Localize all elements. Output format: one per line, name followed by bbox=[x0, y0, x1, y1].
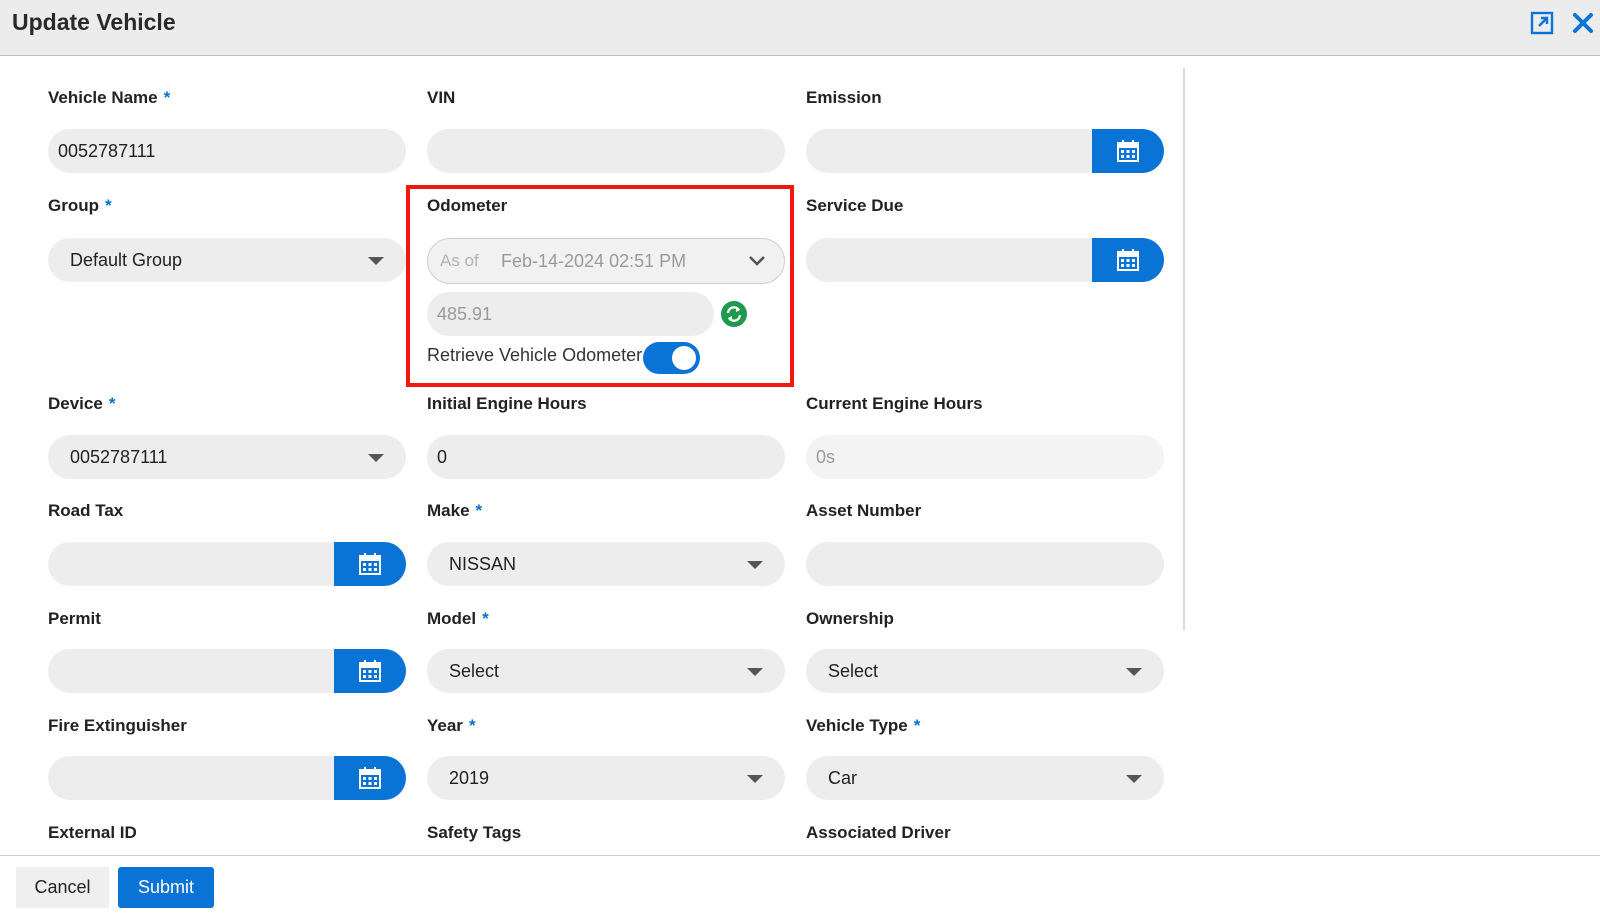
submit-button[interactable]: Submit bbox=[118, 867, 214, 908]
permit-date-input[interactable] bbox=[48, 649, 406, 693]
road-tax-label: Road Tax bbox=[48, 501, 124, 520]
calendar-icon bbox=[359, 660, 381, 682]
emission-date-input[interactable] bbox=[806, 129, 1164, 173]
odometer-label: Odometer bbox=[427, 196, 508, 215]
odometer-as-of-prefix: As of bbox=[440, 251, 479, 270]
group-label: Group * bbox=[48, 196, 112, 215]
initial-engine-hours-label: Initial Engine Hours bbox=[427, 394, 587, 413]
dialog-footer: Cancel Submit bbox=[0, 855, 1600, 916]
external-id-label: External ID bbox=[48, 823, 137, 842]
caret-down-icon bbox=[1126, 775, 1142, 783]
panel-divider bbox=[1183, 68, 1185, 630]
calendar-icon bbox=[1117, 140, 1139, 162]
caret-down-icon bbox=[747, 775, 763, 783]
chevron-down-icon bbox=[749, 256, 765, 266]
group-value: Default Group bbox=[70, 250, 183, 270]
associated-driver-label: Associated Driver bbox=[806, 823, 951, 842]
initial-engine-hours-input[interactable]: 0 bbox=[427, 435, 785, 479]
model-label: Model * bbox=[427, 609, 489, 628]
current-engine-hours-input: 0s bbox=[806, 435, 1164, 479]
retrieve-odometer-toggle[interactable] bbox=[643, 342, 700, 374]
fire-extinguisher-calendar-button[interactable] bbox=[334, 756, 406, 800]
calendar-icon bbox=[1117, 249, 1139, 271]
make-select[interactable]: NISSAN bbox=[427, 542, 785, 586]
expand-icon[interactable] bbox=[1530, 11, 1554, 35]
make-label: Make * bbox=[427, 501, 483, 520]
service-due-label: Service Due bbox=[806, 196, 904, 215]
caret-down-icon bbox=[747, 668, 763, 676]
model-select[interactable]: Select bbox=[427, 649, 785, 693]
cancel-button[interactable]: Cancel bbox=[16, 867, 109, 908]
vin-input[interactable] bbox=[427, 129, 785, 173]
group-select[interactable]: Default Group bbox=[48, 238, 406, 282]
asset-number-input[interactable] bbox=[806, 542, 1164, 586]
dialog-title: Update Vehicle bbox=[12, 9, 176, 35]
vehicle-type-select[interactable]: Car bbox=[806, 756, 1164, 800]
year-value: 2019 bbox=[449, 768, 490, 788]
current-engine-hours-label: Current Engine Hours bbox=[806, 394, 983, 413]
vehicle-name-label: Vehicle Name * bbox=[48, 88, 171, 107]
permit-label: Permit bbox=[48, 609, 101, 628]
toggle-knob bbox=[672, 346, 696, 370]
road-tax-date-input[interactable] bbox=[48, 542, 406, 586]
fire-extinguisher-label: Fire Extinguisher bbox=[48, 716, 187, 735]
service-due-date-input[interactable] bbox=[806, 238, 1164, 282]
vehicle-type-label: Vehicle Type * bbox=[806, 716, 921, 735]
model-value: Select bbox=[449, 661, 500, 681]
calendar-icon bbox=[359, 553, 381, 575]
caret-down-icon bbox=[747, 561, 763, 569]
permit-calendar-button[interactable] bbox=[334, 649, 406, 693]
fire-extinguisher-date-input[interactable] bbox=[48, 756, 406, 800]
refresh-icon[interactable] bbox=[720, 300, 748, 328]
odometer-date-select[interactable]: As of Feb-14-2024 02:51 PM bbox=[427, 238, 785, 284]
device-value: 0052787111 bbox=[70, 447, 168, 467]
ownership-value: Select bbox=[828, 661, 879, 681]
year-label: Year * bbox=[427, 716, 476, 735]
close-icon[interactable] bbox=[1572, 12, 1594, 34]
make-value: NISSAN bbox=[449, 554, 517, 574]
safety-tags-label: Safety Tags bbox=[427, 823, 522, 842]
odometer-reading-input[interactable]: 485.91 bbox=[427, 292, 714, 336]
caret-down-icon bbox=[368, 454, 384, 462]
retrieve-odometer-label: Retrieve Vehicle Odometer bbox=[427, 345, 643, 365]
vehicle-type-value: Car bbox=[828, 768, 858, 788]
caret-down-icon bbox=[1126, 668, 1142, 676]
vehicle-name-input[interactable]: 0052787111 bbox=[48, 129, 406, 173]
ownership-select[interactable]: Select bbox=[806, 649, 1164, 693]
device-select[interactable]: 0052787111 bbox=[48, 435, 406, 479]
service-due-calendar-button[interactable] bbox=[1092, 238, 1164, 282]
emission-label: Emission bbox=[806, 88, 882, 107]
asset-number-label: Asset Number bbox=[806, 501, 922, 520]
dialog-header: Update Vehicle bbox=[0, 0, 1600, 56]
caret-down-icon bbox=[368, 257, 384, 265]
road-tax-calendar-button[interactable] bbox=[334, 542, 406, 586]
odometer-as-of-date: Feb-14-2024 02:51 PM bbox=[501, 251, 687, 271]
emission-calendar-button[interactable] bbox=[1092, 129, 1164, 173]
ownership-label: Ownership bbox=[806, 609, 894, 628]
vin-label: VIN bbox=[427, 88, 456, 107]
device-label: Device * bbox=[48, 394, 116, 413]
year-select[interactable]: 2019 bbox=[427, 756, 785, 800]
calendar-icon bbox=[359, 767, 381, 789]
